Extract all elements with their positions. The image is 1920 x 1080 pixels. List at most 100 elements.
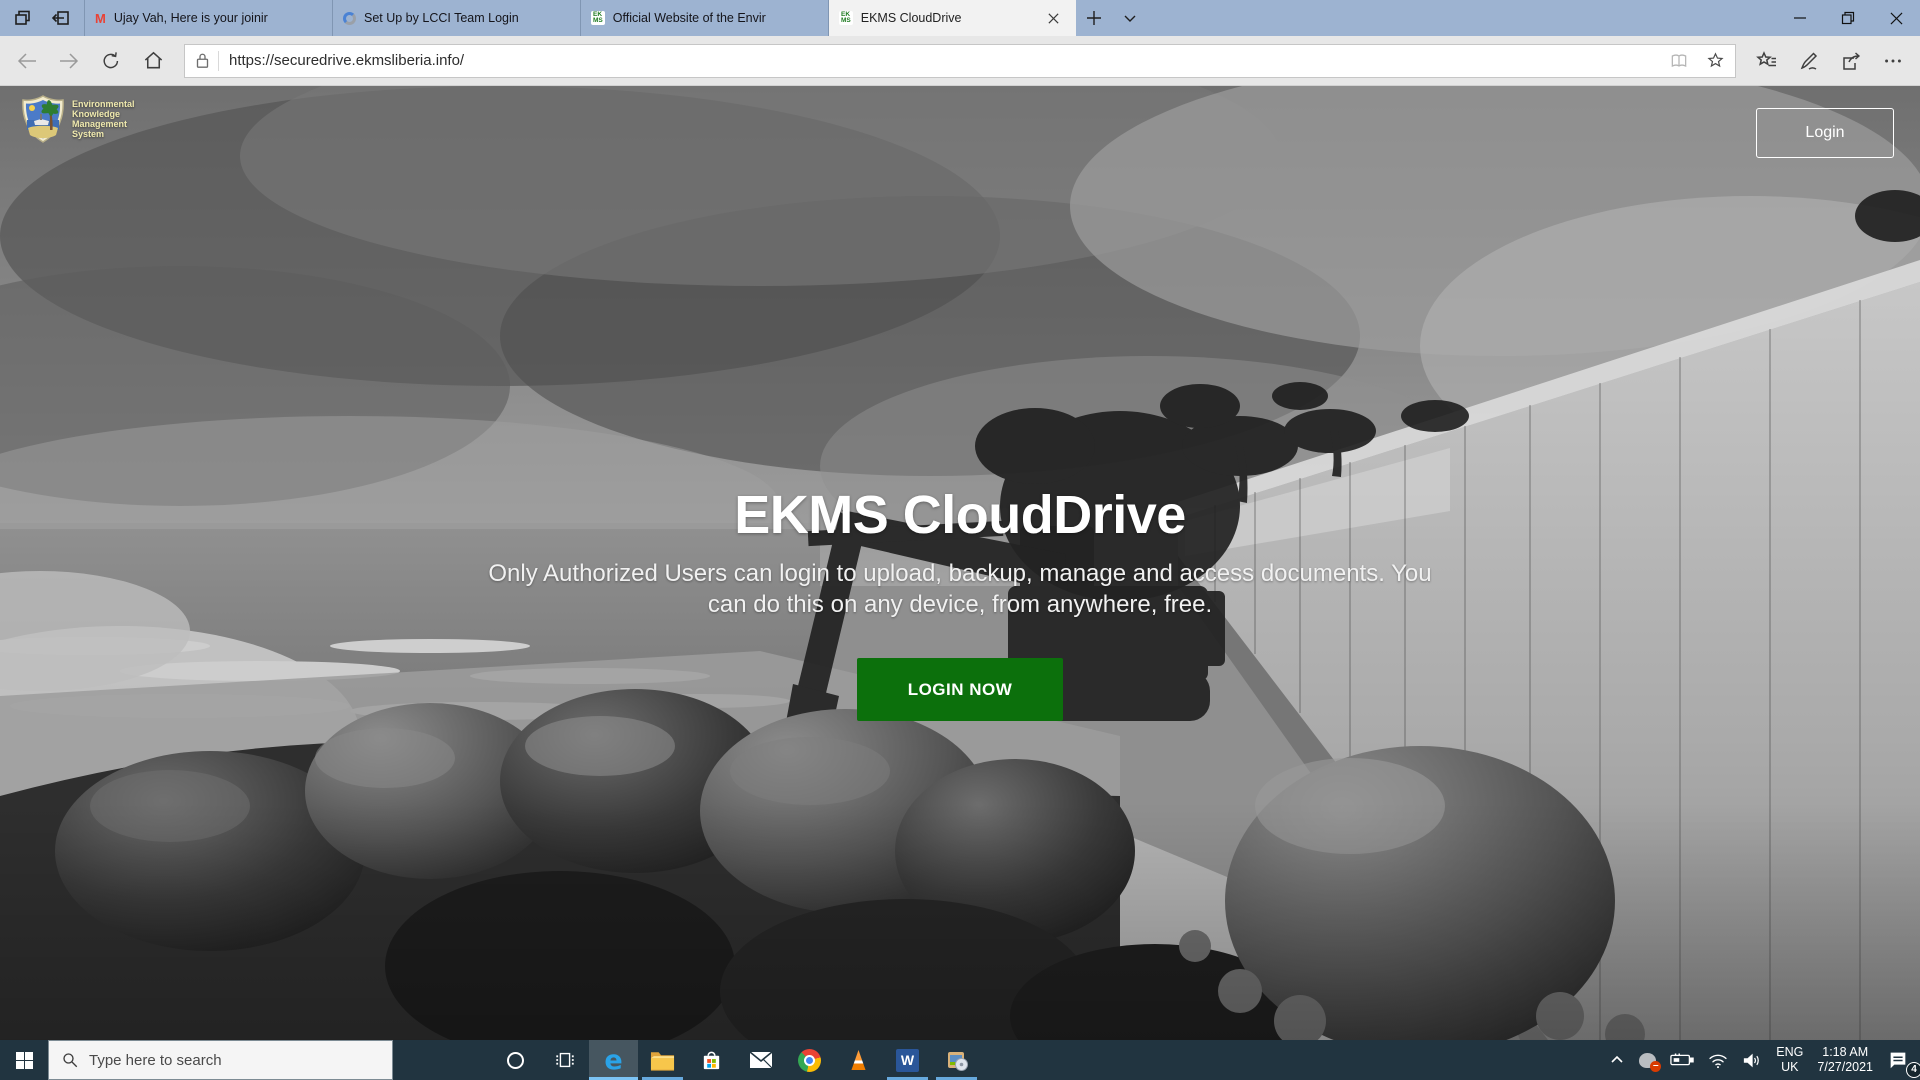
file-explorer-icon <box>650 1049 675 1071</box>
ekms-favicon: EKMS <box>591 11 605 25</box>
tray-battery-button[interactable] <box>1663 1040 1701 1080</box>
hero-subtitle-line: can do this on any device, from anywhere… <box>0 589 1920 620</box>
site-header: Environmental Knowledge Management Syste… <box>0 86 1920 166</box>
close-window-button[interactable] <box>1872 0 1920 36</box>
refresh-button[interactable] <box>90 40 132 82</box>
cortana-icon <box>507 1052 524 1069</box>
logo-line: Management <box>72 119 135 129</box>
more-options-button[interactable] <box>1872 40 1914 82</box>
lock-icon <box>195 52 210 69</box>
home-button[interactable] <box>132 40 174 82</box>
action-center-button[interactable]: 4 <box>1880 1040 1916 1080</box>
chrome-icon <box>798 1049 821 1072</box>
set-tabs-aside-icon <box>51 8 71 28</box>
word-icon: W <box>896 1049 919 1072</box>
wifi-icon <box>1708 1052 1728 1069</box>
tab-ekms-clouddrive-active[interactable]: EKMS EKMS CloudDrive <box>828 0 1076 36</box>
tab-title: EKMS CloudDrive <box>861 11 1032 25</box>
tab-preview-button[interactable] <box>6 0 40 36</box>
share-button[interactable] <box>1830 40 1872 82</box>
chevron-up-icon <box>1609 1052 1625 1068</box>
forward-icon <box>57 49 81 73</box>
hero-subtitle-line: Only Authorized Users can login to uploa… <box>0 558 1920 589</box>
taskbar-spacer <box>393 1040 491 1080</box>
share-icon <box>1839 49 1863 73</box>
start-button[interactable] <box>0 1040 48 1080</box>
taskbar-cortana-button[interactable] <box>491 1040 540 1080</box>
reading-view-button[interactable] <box>1661 46 1697 76</box>
restore-icon <box>1841 11 1855 25</box>
region-code: UK <box>1781 1060 1798 1075</box>
logo-line: System <box>72 129 135 139</box>
taskbar-vlc-button[interactable] <box>834 1040 883 1080</box>
taskbar-file-explorer-button[interactable] <box>638 1040 687 1080</box>
tray-volume-button[interactable] <box>1735 1040 1769 1080</box>
url-divider <box>218 51 219 71</box>
taskbar-store-button[interactable] <box>687 1040 736 1080</box>
taskbar-chrome-button[interactable] <box>785 1040 834 1080</box>
tray-onedrive-button[interactable] <box>1632 1040 1663 1080</box>
tab-lcci-setup[interactable]: Set Up by LCCI Team Login <box>332 0 580 36</box>
set-tabs-aside-button[interactable] <box>44 0 78 36</box>
new-tab-button[interactable] <box>1076 0 1112 36</box>
add-favorite-button[interactable] <box>1697 46 1733 76</box>
speaker-icon <box>1742 1052 1762 1069</box>
tab-title: Official Website of the Envir <box>613 11 818 25</box>
refresh-icon <box>100 50 122 72</box>
taskbar-edge-button[interactable]: e <box>589 1040 638 1080</box>
edge-icon: e <box>604 1047 622 1074</box>
address-bar[interactable]: https://securedrive.ekmsliberia.info/ <box>184 44 1736 78</box>
tab-gmail[interactable]: M Ujay Vah, Here is your joinir <box>84 0 332 36</box>
epa-seal-icon <box>20 94 66 144</box>
favorites-hub-button[interactable] <box>1746 40 1788 82</box>
browser-titlebar: M Ujay Vah, Here is your joinir Set Up b… <box>0 0 1920 36</box>
site-logo: Environmental Knowledge Management Syste… <box>20 94 135 144</box>
taskbar-task-view-button[interactable] <box>540 1040 589 1080</box>
tray-language-button[interactable]: ENG UK <box>1769 1040 1810 1080</box>
tab-preview-icon <box>13 8 33 28</box>
clock-date: 7/27/2021 <box>1817 1060 1873 1075</box>
site-logo-text: Environmental Knowledge Management Syste… <box>72 99 135 139</box>
url-text[interactable]: https://securedrive.ekmsliberia.info/ <box>229 52 1661 69</box>
taskbar-word-button[interactable]: W <box>883 1040 932 1080</box>
language-code: ENG <box>1776 1045 1803 1060</box>
hero-subtitle: Only Authorized Users can login to uploa… <box>0 558 1920 620</box>
tray-clock-button[interactable]: 1:18 AM 7/27/2021 <box>1810 1040 1880 1080</box>
pen-icon <box>1797 49 1821 73</box>
hero-title: EKMS CloudDrive <box>0 486 1920 544</box>
taskbar-installer-button[interactable] <box>932 1040 981 1080</box>
onedrive-paused-icon <box>1639 1053 1656 1068</box>
tab-menu-button[interactable] <box>1112 0 1148 36</box>
web-notes-button[interactable] <box>1788 40 1830 82</box>
gmail-favicon: M <box>95 12 106 25</box>
lcci-favicon <box>343 12 356 25</box>
windows-logo-icon <box>16 1052 33 1069</box>
tab-official-website[interactable]: EKMS Official Website of the Envir <box>580 0 828 36</box>
tab-close-button[interactable] <box>1040 5 1066 31</box>
task-view-icon <box>554 1049 576 1071</box>
login-now-button[interactable]: LOGIN NOW <box>857 658 1063 721</box>
reading-view-icon <box>1669 51 1689 71</box>
plus-icon <box>1086 10 1102 26</box>
tab-title: Set Up by LCCI Team Login <box>364 11 570 25</box>
back-button[interactable] <box>6 40 48 82</box>
mail-icon <box>749 1050 773 1070</box>
minimize-button[interactable] <box>1776 0 1824 36</box>
forward-button[interactable] <box>48 40 90 82</box>
restore-button[interactable] <box>1824 0 1872 36</box>
taskbar-mail-button[interactable] <box>736 1040 785 1080</box>
battery-icon <box>1670 1052 1694 1068</box>
ekms-favicon-line2: MS <box>841 18 851 24</box>
tray-chevron-button[interactable] <box>1602 1040 1632 1080</box>
taskbar-search[interactable] <box>48 1040 393 1080</box>
search-input[interactable] <box>89 1052 380 1069</box>
window-controls <box>1776 0 1920 36</box>
tray-wifi-button[interactable] <box>1701 1040 1735 1080</box>
notification-badge: 4 <box>1906 1062 1920 1078</box>
header-login-button[interactable]: Login <box>1756 108 1894 158</box>
windows-taskbar: e W ENG UK <box>0 1040 1920 1080</box>
microsoft-store-icon <box>700 1049 723 1072</box>
home-icon <box>142 49 165 72</box>
close-icon <box>1890 12 1903 25</box>
back-icon <box>15 49 39 73</box>
